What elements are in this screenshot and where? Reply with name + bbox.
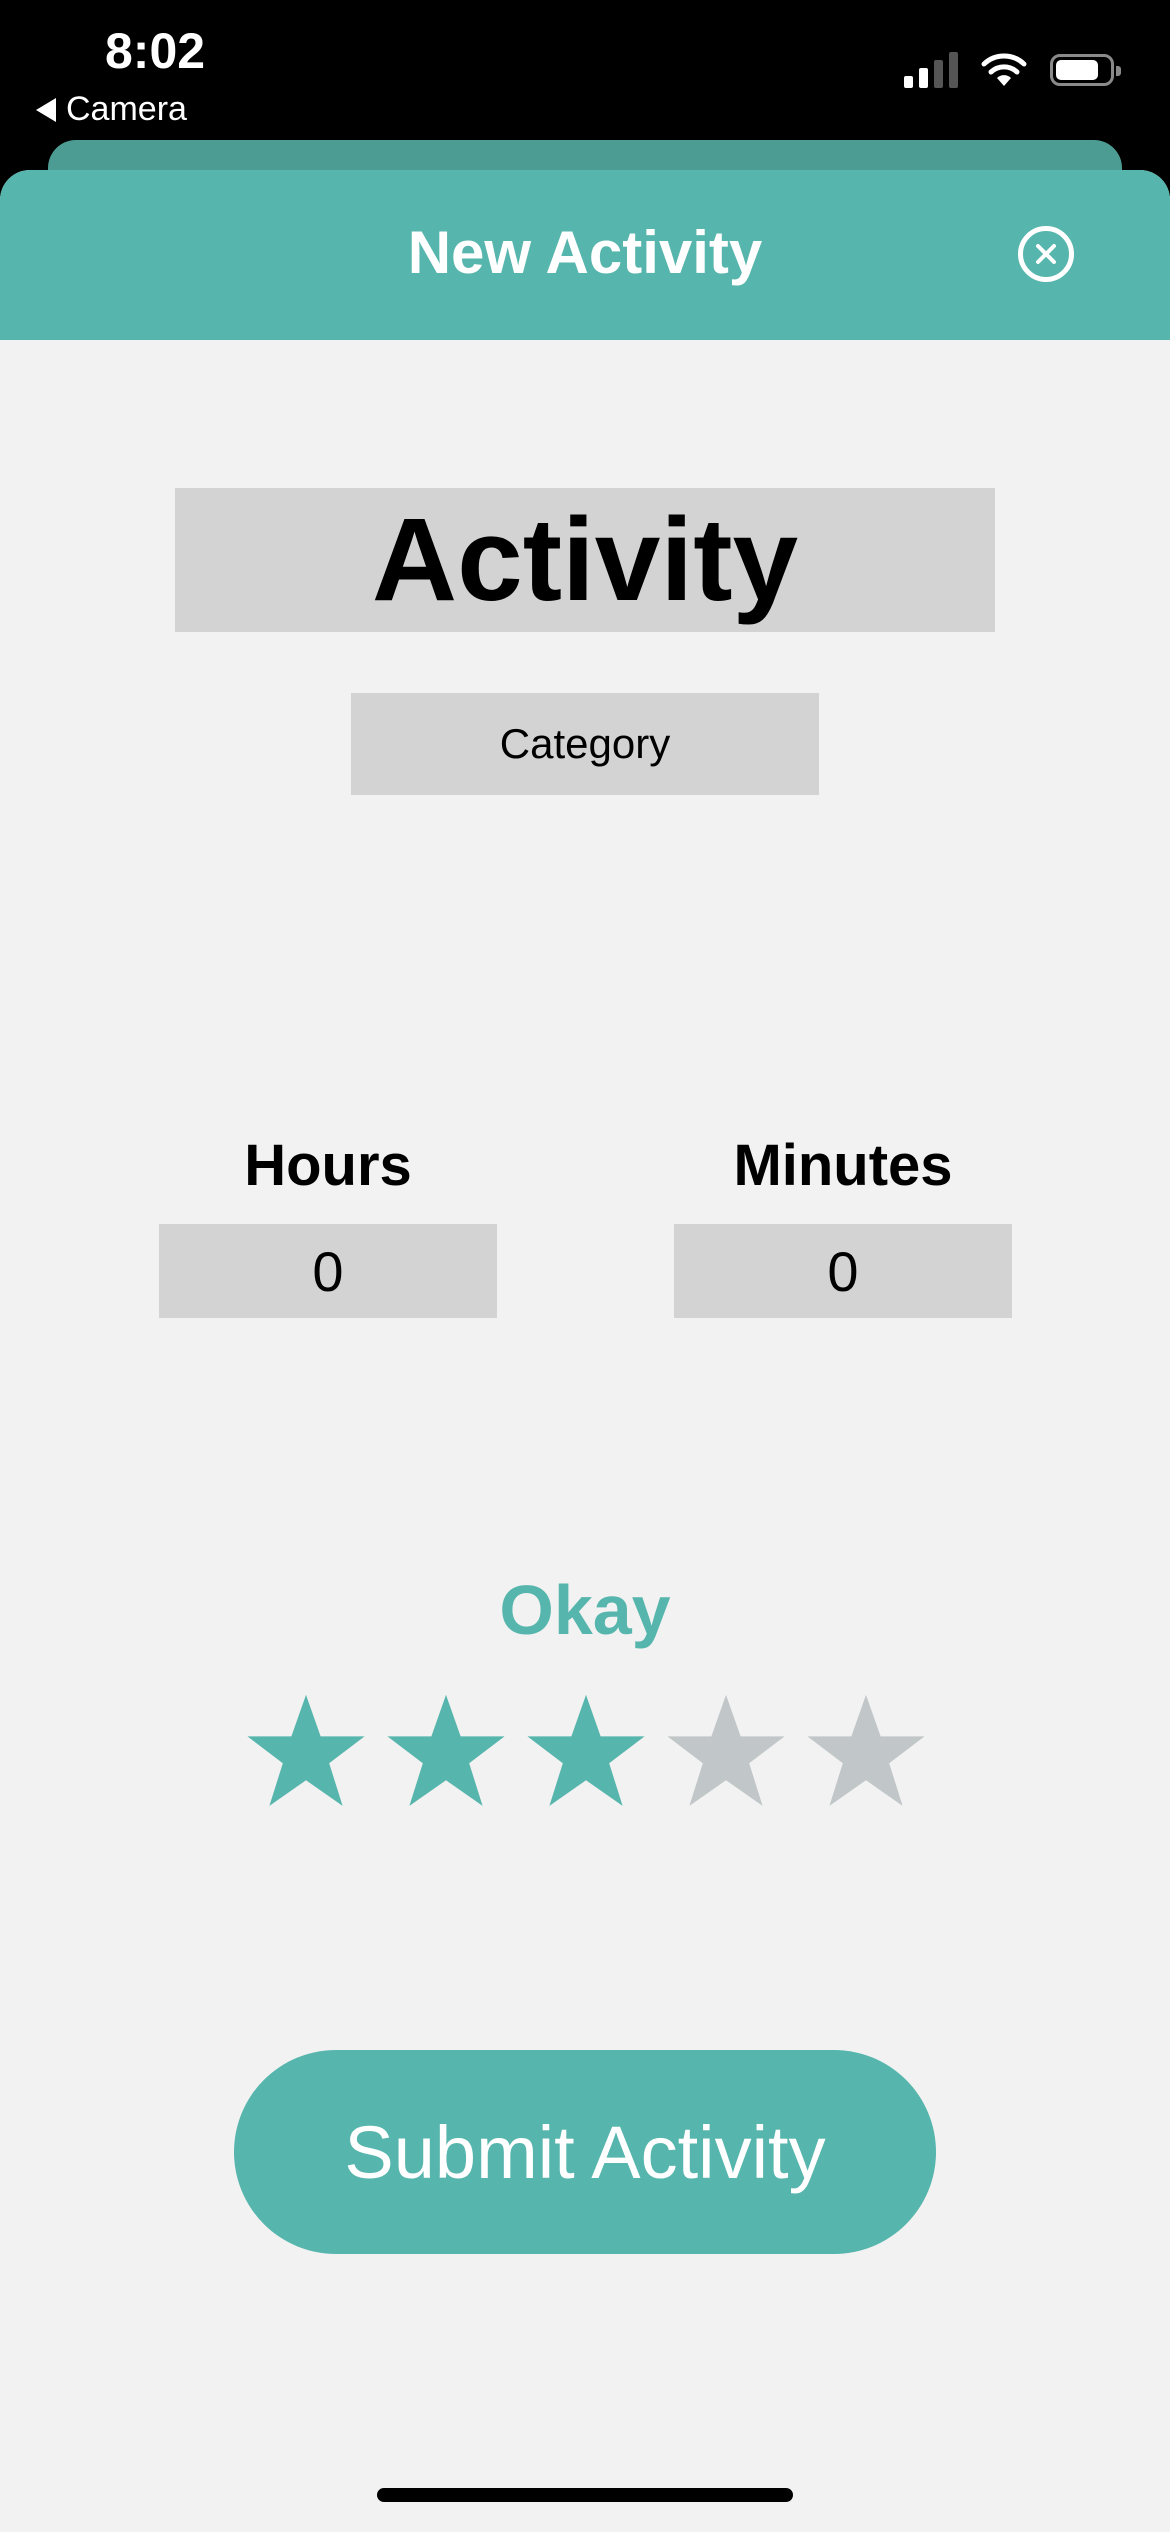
close-button[interactable]: [1018, 226, 1074, 282]
star-rating: [245, 1690, 927, 1812]
rating-label: Okay: [499, 1571, 671, 1649]
status-bar: 8:02 Camera: [0, 0, 1170, 140]
star-1-icon[interactable]: [245, 1690, 367, 1812]
activity-name-input[interactable]: Activity: [175, 488, 995, 632]
star-3-icon[interactable]: [525, 1690, 647, 1812]
star-4-icon[interactable]: [665, 1690, 787, 1812]
minutes-label: Minutes: [733, 1133, 953, 1198]
sheet-title: New Activity: [407, 219, 763, 286]
star-2-icon[interactable]: [385, 1690, 507, 1812]
hours-label: Hours: [244, 1133, 412, 1198]
close-icon: [1036, 244, 1056, 264]
sheet-header: New Activity: [0, 170, 1170, 340]
status-icons: [904, 52, 1121, 88]
cellular-signal-icon: [904, 52, 958, 88]
hours-input[interactable]: 0: [159, 1224, 497, 1318]
new-activity-sheet: New Activity Activity Category Hours 0 M…: [0, 170, 1170, 2532]
battery-icon: [1050, 54, 1121, 86]
star-5-icon[interactable]: [805, 1690, 927, 1812]
wifi-icon: [980, 52, 1028, 88]
submit-activity-button[interactable]: Submit Activity: [234, 2050, 936, 2254]
category-picker[interactable]: Category: [351, 693, 819, 795]
back-to-app-link[interactable]: Camera: [36, 90, 187, 129]
home-indicator: [377, 2488, 793, 2502]
back-app-label: Camera: [66, 90, 187, 128]
minutes-input[interactable]: 0: [674, 1224, 1012, 1318]
back-caret-icon: [36, 97, 56, 122]
status-time: 8:02: [105, 23, 206, 79]
